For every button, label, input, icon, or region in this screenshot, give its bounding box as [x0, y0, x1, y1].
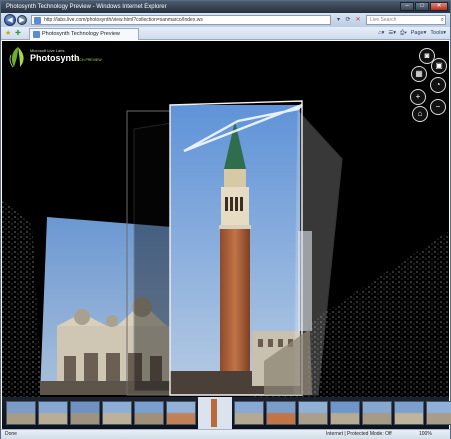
minimize-button[interactable]: –	[400, 2, 414, 11]
logo-tagline: TECH PREVIEW	[75, 58, 102, 62]
search-placeholder: Live Search	[370, 17, 397, 23]
add-favorites-icon[interactable]: ✚	[15, 29, 21, 38]
close-window-button[interactable]: ✕	[430, 2, 448, 11]
home-button[interactable]: ⌂▾	[378, 28, 384, 39]
thumbnail[interactable]	[134, 401, 164, 425]
thumbnail[interactable]	[266, 401, 296, 425]
url-text: http://labs.live.com/photosynth/view.htm…	[44, 17, 203, 23]
forward-button[interactable]: ▶	[17, 15, 27, 25]
home-icon: ⌂	[417, 109, 423, 118]
window-title: Photosynth Technology Preview - Windows …	[6, 4, 167, 10]
page-menu[interactable]: Page▾	[411, 28, 427, 39]
home-view-button[interactable]: ⌂	[412, 106, 428, 122]
grid-button[interactable]: ▦	[411, 66, 427, 82]
thumbnail-filmstrip	[2, 397, 451, 429]
tools-menu[interactable]: Tools▾	[430, 28, 446, 39]
favorites-star-icon[interactable]: ★	[5, 29, 11, 38]
refresh-icon: ⟳	[345, 17, 351, 23]
command-bar: ⌂▾ ☰▾ ⎙▾ Page▾ Tools▾	[378, 28, 446, 39]
logo-brand: Photosynth	[30, 53, 80, 63]
photosynth-viewer[interactable]: Microsoft Live Labs Photosynth TECH PREV…	[2, 41, 449, 397]
zoom-out-button[interactable]: −	[430, 99, 446, 115]
close-icon: ✕	[355, 17, 361, 23]
thumbnail[interactable]	[394, 401, 424, 425]
minus-icon: −	[435, 102, 441, 111]
point-cloud-left	[2, 201, 42, 397]
url-input[interactable]: http://labs.live.com/photosynth/view.htm…	[31, 15, 331, 25]
thumbnail[interactable]	[234, 401, 264, 425]
thumbnail[interactable]	[102, 401, 132, 425]
thumbnail[interactable]	[166, 401, 196, 425]
thumbnail[interactable]	[362, 401, 392, 425]
photo-icon: ▣	[435, 61, 443, 70]
thumbnail[interactable]	[426, 401, 451, 425]
address-bar: ◀ ▶ http://labs.live.com/photosynth/view…	[1, 13, 450, 27]
status-bar: Done Internet | Protected Mode: Off 100%	[1, 429, 450, 439]
grid-icon: ▦	[415, 69, 423, 78]
zoom-button[interactable]: ◔	[430, 77, 446, 93]
forward-icon: ▶	[19, 17, 25, 24]
browser-window: Photosynth Technology Preview - Windows …	[0, 0, 451, 439]
synth-scene[interactable]	[2, 41, 449, 397]
tab-label: Photosynth Technology Preview	[42, 31, 120, 37]
photo-button[interactable]: ▣	[431, 58, 447, 74]
tab-bar: ★ ✚ Photosynth Technology Preview ⌂▾ ☰▾ …	[1, 27, 450, 40]
tab-photosynth[interactable]: Photosynth Technology Preview	[29, 28, 139, 40]
chevron-down-icon: ▾	[336, 17, 340, 23]
dropdown-button[interactable]: ▾	[334, 15, 343, 25]
zoom-level[interactable]: 100%	[419, 430, 432, 439]
stop-button[interactable]: ✕	[353, 15, 363, 25]
thumbnail-selected[interactable]	[198, 397, 232, 429]
search-input[interactable]: Live Search ⌕	[366, 15, 446, 25]
maximize-button[interactable]: □	[415, 2, 429, 11]
navigation-controls: ◙ ▣ ▦ ◔ + − ⌂	[406, 44, 447, 124]
zoom-icon: ◔	[435, 80, 441, 89]
feeds-button[interactable]: ☰▾	[388, 28, 396, 39]
title-bar: Photosynth Technology Preview - Windows …	[1, 1, 450, 13]
window-controls: – □ ✕	[400, 2, 448, 11]
camera-icon: ◙	[424, 51, 430, 60]
back-button[interactable]: ◀	[4, 14, 16, 26]
refresh-button[interactable]: ⟳	[343, 15, 353, 25]
page-favicon-icon	[34, 17, 41, 24]
search-icon[interactable]: ⌕	[441, 16, 444, 25]
security-zone[interactable]: Internet | Protected Mode: Off	[326, 430, 392, 439]
photosynth-logo: Microsoft Live Labs Photosynth TECH PREV…	[8, 45, 108, 71]
thumbnail[interactable]	[70, 401, 100, 425]
plus-icon: +	[415, 92, 421, 101]
thumbnail[interactable]	[330, 401, 360, 425]
thumbnail[interactable]	[38, 401, 68, 425]
print-button[interactable]: ⎙▾	[400, 28, 407, 39]
back-icon: ◀	[7, 17, 13, 24]
thumbnail[interactable]	[6, 401, 36, 425]
leaf-logo-icon	[9, 47, 24, 68]
thumbnail[interactable]	[298, 401, 328, 425]
tab-favicon-icon	[33, 31, 40, 38]
zoom-in-button[interactable]: +	[410, 89, 426, 105]
status-text: Done	[5, 431, 17, 437]
